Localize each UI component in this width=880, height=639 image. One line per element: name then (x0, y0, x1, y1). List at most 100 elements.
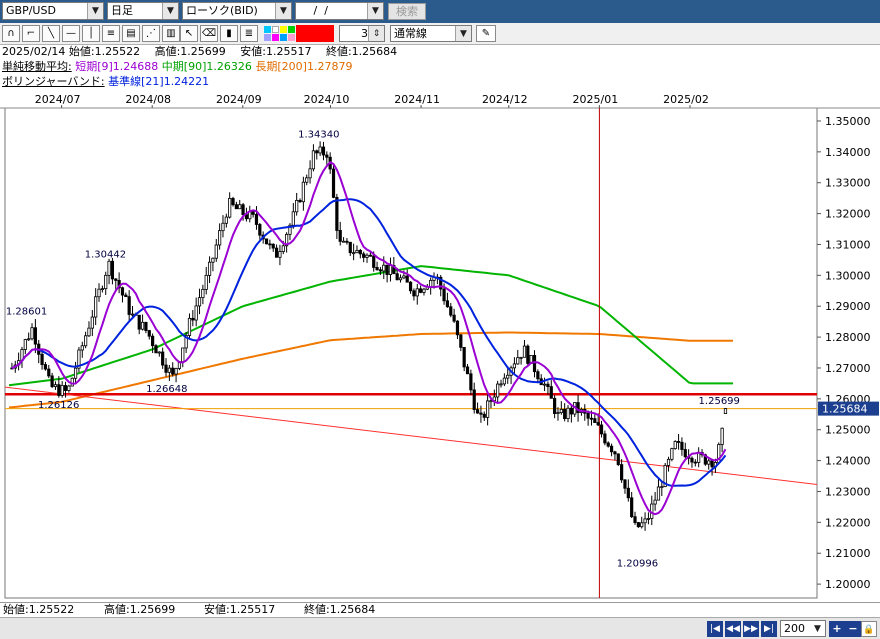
candle-body (482, 413, 486, 418)
candlestick-chart[interactable]: 2024/07 2024/08 2024/09 2024/10 2024/11 2024/… (0, 90, 880, 602)
candle-body (301, 181, 305, 203)
color-swatch[interactable] (288, 34, 295, 41)
color-swatch[interactable] (264, 26, 271, 33)
candle-body (271, 243, 275, 249)
y-tick-label: 1.30000 (825, 269, 871, 282)
trendline-icon[interactable]: ╲ (42, 25, 60, 42)
candle-body (278, 251, 282, 258)
candle-body (67, 385, 71, 391)
magnet-icon[interactable]: ∩ (2, 25, 20, 42)
candle-body (154, 345, 158, 354)
candle-body (231, 197, 235, 206)
ohlc-line: 2025/02/14 始値:1.25522 高値:1.25699 安値:1.25… (2, 45, 398, 58)
candle-body (27, 338, 31, 341)
grid-icon[interactable]: ≡ (102, 25, 120, 42)
color-swatch[interactable] (288, 26, 295, 33)
line-type-select[interactable]: 通常線 ▼ (390, 25, 472, 42)
eraser-icon[interactable]: ⌫ (200, 25, 218, 42)
candle-body (211, 257, 215, 263)
candle-body (556, 412, 560, 415)
candle-body (238, 204, 242, 210)
symbol-select[interactable]: GBP/USD ▼ (2, 2, 104, 20)
first-icon[interactable]: |◀ (707, 621, 723, 637)
date-value: / / (310, 4, 332, 17)
channel-icon[interactable]: ▥ (162, 25, 180, 42)
candle-body (204, 274, 208, 290)
candle-body (479, 412, 483, 415)
candle-body (670, 448, 674, 460)
candle-body (94, 296, 98, 318)
candle-body (345, 240, 349, 243)
candle-body (214, 244, 218, 259)
candle-body (660, 486, 664, 489)
chart-area[interactable]: 2024/07 2024/08 2024/09 2024/10 2024/11 2024/… (0, 90, 880, 602)
forward-icon[interactable]: ▶▶ (743, 621, 759, 637)
zoom-in-icon[interactable]: + (829, 621, 845, 637)
selected-color[interactable] (296, 25, 334, 42)
search-button[interactable]: 検索 (388, 3, 426, 20)
candle-body (465, 366, 470, 375)
candle-body (372, 255, 376, 268)
bottom-open: 始値:1.25522 (3, 603, 75, 616)
candle-body (666, 458, 671, 466)
candle-body (707, 460, 711, 465)
candle-body (549, 386, 553, 399)
lock-icon[interactable]: 🔒 (861, 621, 877, 637)
y-tick-label: 1.29000 (825, 300, 871, 313)
line-type-value: 通常線 (394, 27, 427, 40)
fan-icon[interactable]: ⋰ (142, 25, 160, 42)
candle-body (723, 408, 728, 415)
candle-body (144, 321, 148, 331)
trash-icon[interactable]: ▮ (220, 25, 238, 42)
color-swatch[interactable] (280, 26, 287, 33)
line-style-icon[interactable]: ≣ (240, 25, 258, 42)
vertical-line-icon[interactable]: │ (82, 25, 100, 42)
color-swatch[interactable] (280, 34, 287, 41)
candle-body (47, 368, 51, 377)
candle-body (462, 346, 466, 368)
candle-body (224, 216, 228, 224)
candle-body (599, 424, 604, 435)
timeframe-select[interactable]: 日足 ▼ (107, 2, 179, 20)
candle-body (110, 260, 115, 280)
select-arrow-icon[interactable]: ↖ (180, 25, 198, 42)
candle-body (167, 367, 171, 373)
color-swatch[interactable] (272, 34, 279, 41)
candle-body (640, 522, 644, 528)
price-annotation: 1.28601 (6, 307, 47, 318)
candle-body (613, 451, 617, 455)
x-tick-label: 2024/08 (125, 93, 171, 106)
color-swatch[interactable] (272, 26, 279, 33)
candle-body (318, 146, 322, 154)
fibonacci-icon[interactable]: ▤ (122, 25, 140, 42)
sma-row: 単純移動平均: 短期[9]1.24688 中期[90]1.26326 長期[20… (2, 60, 352, 75)
indicator-info: 2025/02/14 始値:1.25522 高値:1.25699 安値:1.25… (0, 45, 880, 90)
color-swatch[interactable] (264, 34, 271, 41)
x-tick-label: 2024/10 (304, 93, 350, 106)
pen-icon[interactable]: ✎ (476, 25, 496, 42)
date-input[interactable]: / / ▼ (295, 2, 384, 20)
candle-body (335, 196, 339, 231)
zoom-out-icon[interactable]: − (845, 621, 861, 637)
bb-row: ボリンジャーバンド: 基準線[21]1.24221 (2, 75, 209, 90)
y-tick-label: 1.21000 (825, 547, 871, 560)
line-width-value: 3 (361, 27, 368, 40)
line-width-stepper[interactable]: 3 ⇕ (339, 25, 385, 42)
candle-body (553, 397, 557, 414)
bar-count-select[interactable]: 200 ▼ (780, 620, 826, 637)
price-annotation: 1.26126 (38, 400, 79, 411)
stepper-icon[interactable]: ⇕ (368, 26, 384, 41)
candle-body (636, 522, 640, 528)
bar-count-value: 200 (784, 622, 805, 635)
y-tick-label: 1.20000 (825, 578, 871, 591)
chart-kind-select[interactable]: ローソク(BID) ▼ (182, 2, 292, 20)
candle-body (646, 518, 651, 520)
candle-body (234, 204, 238, 210)
horizontal-line-icon[interactable]: — (62, 25, 80, 42)
candle-body (633, 516, 637, 523)
last-icon[interactable]: ▶| (761, 621, 777, 637)
rewind-icon[interactable]: ◀◀ (725, 621, 741, 637)
candle-body (348, 241, 352, 254)
cursor-icon[interactable]: ⌐ (22, 25, 40, 42)
candle-body (53, 384, 58, 388)
